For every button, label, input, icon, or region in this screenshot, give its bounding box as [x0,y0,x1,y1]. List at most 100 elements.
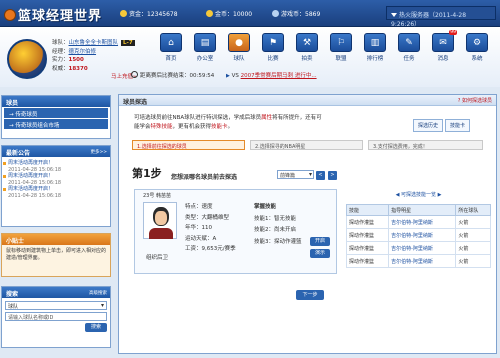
news-item[interactable]: 周末活动再度开启！ 2011-04-28 15:06:18 [2,160,110,173]
cell-star[interactable]: 吉尔伯特-阿里纳斯 [388,254,457,268]
nav-task[interactable]: ✎ 任务 [395,33,423,63]
cell-skill: 探动作灌篮 [345,215,390,229]
player-talent: 运动天赋：A [185,235,217,242]
help-label: 如何探选球员 [461,98,492,104]
nav-label: 系统 [471,56,483,62]
nav-label: 办公室 [196,56,214,62]
news-panel-title: 最新公告 更多>> [2,146,110,157]
nav-label: 任务 [403,56,415,62]
player-card[interactable]: 23号 韩苗苗 组织后卫 特点：速度 类型：大翻桶维型 年华：110 运动天赋：… [134,189,337,274]
club-info: 球队：山东鲁全全卡斯图队 L-7 经理：德克尔伯修 实力：1500 权威：1837… [52,39,135,73]
demo-skill-button[interactable]: 演示 [310,249,330,258]
nav-league[interactable]: ⚐ 联盟 [327,33,355,63]
cell-team: 火箭 [455,241,491,255]
team-panel-title: 球员 [2,96,110,107]
news-panel: 最新公告 更多>> 周末活动再度开启！ 2011-04-28 15:06:18 周末… [1,145,111,227]
coins-label: 金币： [215,11,234,18]
server-label: 热火服务器（2011-4-28 9:26:26） [391,12,467,28]
nav-label: 拍卖 [301,56,313,62]
search-panel-title: 搜索 高级搜索 [2,287,110,298]
next-page-button[interactable]: > [328,171,337,180]
tips-panel-title: 小贴士 [2,234,110,245]
position-select-value: 前锋篇 [280,173,296,179]
panel-title-text: 球员 [6,100,19,107]
search-type-select[interactable]: 球队 [5,301,107,310]
table-row[interactable]: 探动作灌篮 吉尔伯特-阿里纳斯 火箭 [345,254,491,268]
news-more-link[interactable]: 更多>> [90,149,107,155]
nav-team[interactable]: ● 球队 [225,33,253,63]
search-type-value: 球队 [8,304,19,310]
table-row[interactable]: 探动作灌篮 吉尔伯特-阿里纳斯 火箭 [345,241,491,255]
nav-auction[interactable]: ⚒ 拍卖 [293,33,321,63]
next-step-button[interactable]: 下一步 [296,290,324,300]
nav-system[interactable]: ⚙ 系统 [463,33,491,63]
prev-page-button[interactable]: < [316,171,325,180]
search-button[interactable]: 搜索 [85,323,107,332]
advanced-search-link[interactable]: 高级搜索 [89,290,107,296]
ticker-match-link[interactable]: 2007季常赛后期马刺 进行中... [241,73,317,79]
news-item[interactable]: 周末活动再度开启！ 2011-04-28 15:06:18 [2,173,110,186]
tab-skill-cards[interactable]: 技能卡 [445,119,471,132]
cell-star[interactable]: 吉尔伯特-阿里纳斯 [388,228,457,242]
owner-name[interactable]: 德克尔伯修 [69,49,97,55]
skill-list-caption[interactable]: ◀ 可探选技能一览 ▶ [346,191,491,198]
position-select[interactable]: 前锋篇 [277,170,314,179]
tab-scout-history[interactable]: 探选历史 [413,119,444,132]
search-input[interactable]: 请输入球队名称或ID [5,312,107,321]
nav-match[interactable]: ⚑ 比赛 [259,33,287,63]
step-heading: 第1步 [132,167,162,180]
panel-title-text: 最新公告 [6,150,31,157]
player-number: 23号 韩苗苗 [143,193,171,199]
col-team: 所在球队 [455,204,491,216]
points-value: 5869 [305,11,321,18]
player-age: 年华：110 [185,225,212,231]
tips-panel: 小贴士 鼠标移动到建筑物上单击，即可进入相对应的建造/管理界面。 [1,233,111,277]
sidebar-link-legend-players[interactable]: → 传奇球员 [4,108,108,118]
skill-table: 技能 指导明星 所在球队 探动作灌篮 吉尔伯特-阿里纳斯 火箭 探动作灌篮 吉尔伯特-… [345,204,491,268]
cell-star[interactable]: 吉尔伯特-阿里纳斯 [388,215,457,229]
search-placeholder: 请输入球队名称或ID [8,315,54,321]
col-star: 指导明星 [388,204,457,216]
club-name[interactable]: 山东鲁全全卡斯图队 [69,40,119,46]
nav-home[interactable]: ⌂ 首页 [157,33,185,63]
nav-label: 首页 [165,56,177,62]
nav-ranking[interactable]: ▥ 排行榜 [361,33,389,63]
player-attributes: 特点：速度 类型：大翻桶维型 年华：110 运动天赋：A 工资：9,653元/赛… [185,202,236,255]
cell-star[interactable]: 吉尔伯特-阿里纳斯 [388,241,457,255]
table-row[interactable]: 探动作灌篮 吉尔伯特-阿里纳斯 火箭 [345,228,491,242]
nav-label: 排行榜 [366,56,384,62]
message-count-badge: 99 [449,30,457,35]
system-icon: ⚙ [466,33,488,52]
player-trait: 特点：速度 [185,204,213,210]
gold-icon [206,10,213,17]
game-coin-icon [272,10,279,17]
server-selector[interactable]: 热火服务器（2011-4-28 9:26:26） [386,6,496,28]
club-logo[interactable] [7,39,47,79]
help-link[interactable]: ? 如何探选球员 [458,97,492,104]
owner-label: 经理： [52,48,69,55]
cell-skill: 探动作灌篮 [345,241,390,255]
question-icon: ? [457,98,461,104]
intro-part: 能学会 [134,124,151,130]
strength-value: 1500 [68,57,84,64]
points-label: 游戏币： [281,11,306,18]
step-2: 2.选择探寻的NBA明星 [250,140,363,150]
match-icon: ⚑ [262,33,284,52]
nav-label: 消息 [437,56,449,62]
nav-message[interactable]: ✉ 99 消息 [429,30,457,63]
home-icon: ⌂ [160,33,182,52]
skill-2: 技能2：尚未开启 [254,227,296,233]
club-name-label: 球队： [52,40,69,46]
team-panel: 球员 → 传奇球员 → 传奇球员组合市场 [1,95,111,139]
page-title: 球员探选 [123,99,148,106]
intro-part: ，更有机会获得 [172,124,212,130]
open-skill-button[interactable]: 开启 [310,237,330,246]
sidebar-link-legend-market[interactable]: → 传奇球员组合市场 [4,119,108,129]
table-row[interactable]: 探动作灌篮 吉尔伯特-阿里纳斯 火箭 [345,215,491,229]
nav-office[interactable]: ▤ 办公室 [191,33,219,63]
news-item[interactable]: 周末活动再度开启！ 2011-04-28 15:06:18 [2,186,110,199]
game-logo[interactable]: 篮球经理世界 [4,5,102,24]
match-ticker: 距离赛后比赛结束：00:59:54 ▶ VS 2007季常赛后期马刺 进行中..… [111,71,500,83]
play-icon[interactable]: ▶ [226,73,230,79]
nav-label: 球队 [233,56,245,62]
